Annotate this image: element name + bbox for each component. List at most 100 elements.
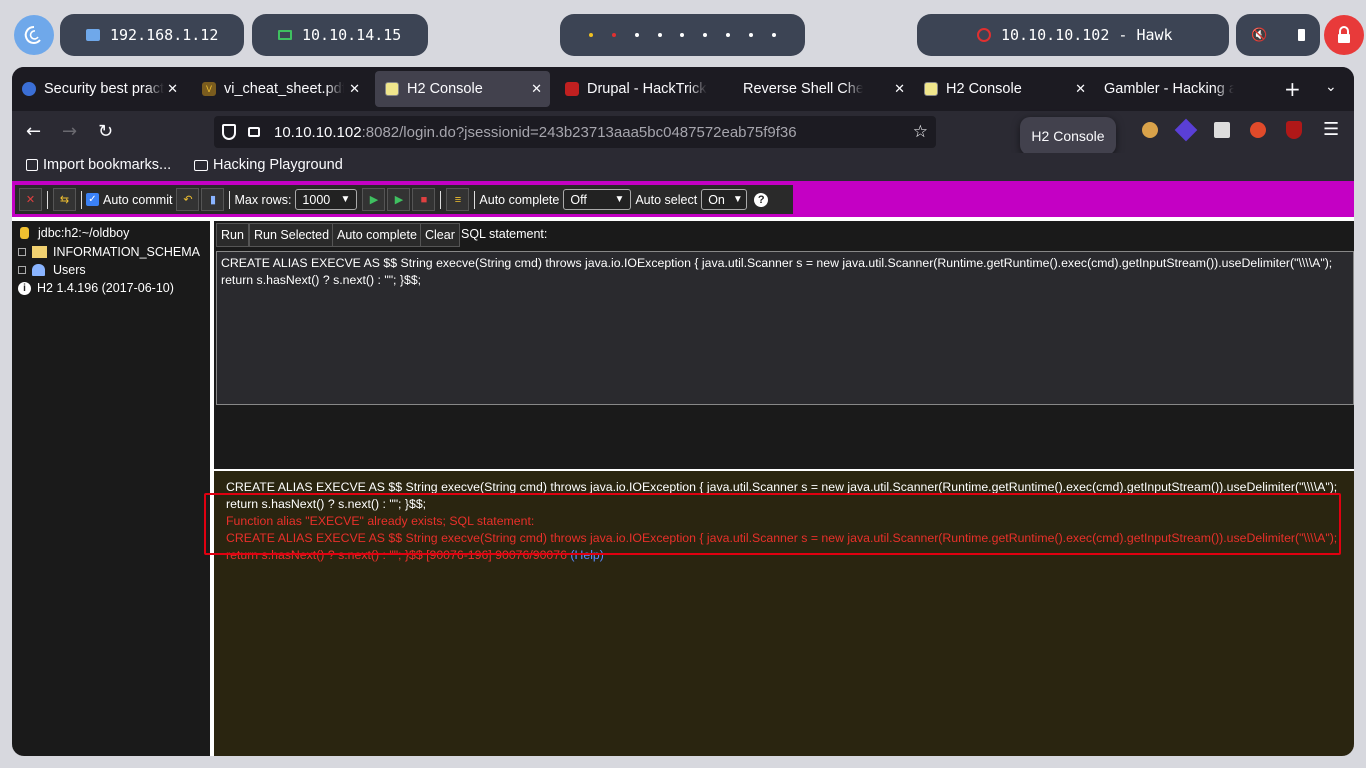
back-arrow-icon[interactable]: ←	[26, 121, 41, 142]
extension-foxyproxy-icon[interactable]	[1250, 122, 1266, 138]
tree-users[interactable]: Users	[18, 263, 86, 277]
tab-security[interactable]: Security best practices ✕	[12, 71, 186, 107]
url-bar[interactable]: 10.10.10.102:8082/login.do?jsessionid=24…	[214, 116, 936, 148]
hamburger-menu-icon[interactable]: ☰	[1323, 119, 1339, 140]
h2-icon	[924, 82, 938, 96]
close-icon[interactable]: ✕	[167, 81, 178, 97]
laptop-icon	[278, 30, 292, 40]
close-icon[interactable]: ✕	[894, 81, 905, 97]
close-icon[interactable]: ✕	[531, 81, 542, 97]
workspace-dot[interactable]	[772, 33, 777, 37]
auto-complete-button[interactable]: Auto complete	[332, 223, 422, 247]
h2-toolbar: ✕ ⇆ ✓ Auto commit ↶ ▮ Max rows: 1000 ▼ ▶ …	[12, 181, 1354, 217]
refresh-icon[interactable]: ⇆	[53, 188, 76, 211]
history-icon[interactable]: ≡	[446, 188, 470, 211]
auto-select-select[interactable]: On ▼	[701, 189, 748, 210]
new-tab-button[interactable]: +	[1284, 77, 1301, 101]
toolbar-separator	[440, 190, 442, 209]
insecure-lock-icon[interactable]	[248, 127, 260, 137]
chevron-down-icon: ▼	[614, 194, 625, 205]
home-ip-indicator[interactable]: 192.168.1.12	[60, 14, 244, 56]
tab-list-chevron-icon[interactable]: ⌄	[1325, 79, 1337, 95]
system-tray[interactable]: 🔇	[1236, 14, 1320, 56]
workspace-dot[interactable]	[749, 33, 754, 37]
url-path: :8082/login.do?jsessionid=243b23713aaa5b…	[361, 123, 797, 141]
auto-commit-label: Auto commit	[103, 192, 173, 207]
run-selected-icon[interactable]: ▶	[387, 188, 411, 211]
sql-input[interactable]: CREATE ALIAS EXECVE AS $$ String execve(…	[216, 251, 1354, 405]
bookmark-folder-hacking-playground[interactable]: Hacking Playground	[194, 157, 343, 173]
shield-icon[interactable]	[222, 124, 236, 140]
help-icon[interactable]: ?	[754, 192, 769, 207]
extension-user-agent-icon[interactable]	[1214, 122, 1230, 138]
hacktricks-icon	[565, 82, 579, 96]
url-text[interactable]: 10.10.10.102:8082/login.do?jsessionid=24…	[274, 124, 797, 141]
muted-speaker-icon[interactable]: 🔇	[1251, 28, 1267, 43]
max-rows-select[interactable]: 1000 ▼	[295, 189, 358, 210]
vpn-ip: 10.10.14.15	[302, 26, 402, 44]
workspace-dot[interactable]	[657, 33, 662, 37]
users-icon	[32, 264, 45, 276]
bookmark-star-icon[interactable]: ☆	[913, 122, 928, 142]
disconnect-icon[interactable]: ✕	[19, 188, 42, 211]
run-button[interactable]: Run	[216, 223, 249, 247]
import-icon	[26, 159, 38, 171]
h2-icon	[385, 82, 399, 96]
target-name: 10.10.10.102 - Hawk	[1001, 26, 1173, 44]
toolbar-separator	[474, 190, 476, 209]
lock-screen-button[interactable]	[1324, 15, 1364, 55]
network-icon	[86, 29, 100, 41]
auto-commit-checkbox[interactable]: ✓	[86, 193, 99, 206]
bookmarks-toolbar: Import bookmarks... Hacking Playground	[12, 153, 1354, 181]
tab-gambler[interactable]: Gambler - Hacking and	[1094, 71, 1244, 107]
clear-button[interactable]: Clear	[420, 223, 460, 247]
sql-statement-label: SQL statement:	[461, 227, 548, 241]
auto-complete-label: Auto complete	[479, 192, 560, 207]
toolbar-separator	[229, 190, 231, 209]
folder-icon	[32, 246, 47, 258]
reload-icon[interactable]: ↻	[98, 121, 113, 142]
tab-tooltip: H2 Console	[1020, 117, 1116, 155]
expand-box-icon[interactable]	[18, 266, 26, 274]
rollback-icon[interactable]: ↶	[176, 188, 200, 211]
extension-ublock-icon[interactable]	[1286, 121, 1302, 139]
desktop-menu-button[interactable]	[14, 15, 54, 55]
tab-h2-console[interactable]: H2 Console ✕	[914, 71, 1094, 107]
vpn-ip-indicator[interactable]: 10.10.14.15	[252, 14, 428, 56]
workspace-dot[interactable]	[634, 33, 639, 37]
tab-reverse-shell[interactable]: Reverse Shell Cheat Sheet ✕	[733, 71, 913, 107]
extension-wappalyzer-icon[interactable]	[1174, 118, 1198, 142]
import-bookmarks-link[interactable]: Import bookmarks...	[26, 157, 171, 173]
extension-cookie-icon[interactable]	[1142, 122, 1158, 138]
auto-complete-select[interactable]: Off ▼	[563, 189, 632, 210]
battery-icon[interactable]	[1297, 29, 1305, 41]
commit-icon[interactable]: ▮	[201, 188, 225, 211]
workspace-dot[interactable]	[680, 33, 685, 37]
tab-vi-cheat-sheet[interactable]: V vi_cheat_sheet.pdf ✕	[192, 71, 368, 107]
tree-information-schema[interactable]: INFORMATION_SCHEMA	[18, 245, 200, 259]
workspace-dot[interactable]	[726, 33, 731, 37]
firefox-icon	[22, 82, 36, 96]
schema-tree: jdbc:h2:~/oldboy INFORMATION_SCHEMA User…	[12, 221, 210, 756]
run-selected-button[interactable]: Run Selected	[249, 223, 335, 247]
cancel-icon[interactable]: ■	[412, 188, 436, 211]
chevron-down-icon: ▼	[340, 194, 351, 205]
expand-box-icon[interactable]	[18, 248, 26, 256]
close-icon[interactable]: ✕	[349, 81, 360, 97]
workspace-dot[interactable]	[703, 33, 708, 37]
h2-toolbar-inner: ✕ ⇆ ✓ Auto commit ↶ ▮ Max rows: 1000 ▼ ▶ …	[15, 185, 793, 214]
target-indicator[interactable]: 10.10.10.102 - Hawk	[917, 14, 1229, 56]
auto-select-label: Auto select	[635, 192, 698, 207]
forward-arrow-icon[interactable]: →	[62, 121, 77, 142]
run-icon[interactable]: ▶	[362, 188, 386, 211]
tab-h2-console-active[interactable]: H2 Console ✕	[375, 71, 550, 107]
tab-drupal-hacktricks[interactable]: Drupal - HackTricks	[555, 71, 730, 107]
error-highlight-box	[204, 493, 1341, 555]
workspace-switcher[interactable]	[560, 14, 805, 56]
workspace-dot[interactable]	[611, 33, 616, 37]
toolbar-separator	[81, 190, 82, 209]
tree-connection[interactable]: jdbc:h2:~/oldboy	[18, 226, 129, 240]
chevron-down-icon: ▼	[732, 194, 743, 205]
close-icon[interactable]: ✕	[1075, 81, 1086, 97]
workspace-dot[interactable]	[588, 33, 593, 37]
